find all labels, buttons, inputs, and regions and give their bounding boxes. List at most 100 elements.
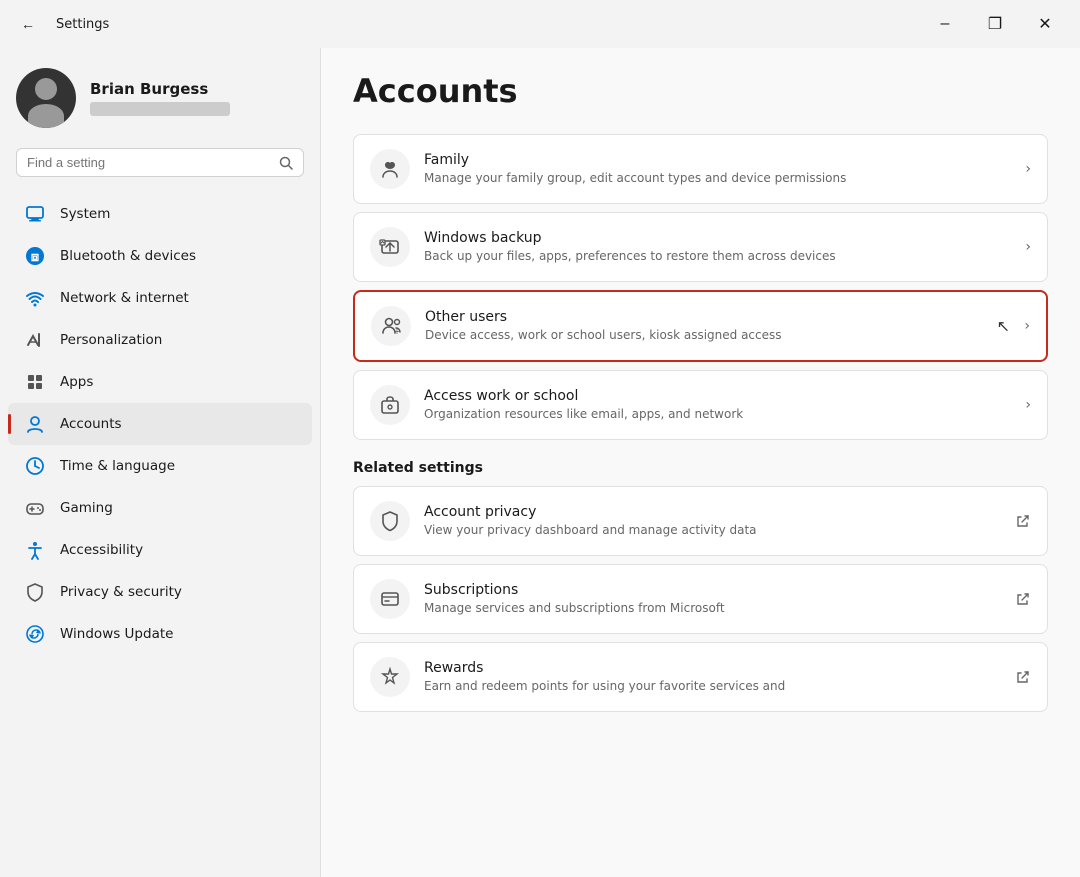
window-title: Settings <box>56 17 109 32</box>
family-text: Family Manage your family group, edit ac… <box>424 152 1017 187</box>
sidebar-item-label: Personalization <box>60 332 162 348</box>
account-privacy-external <box>1015 513 1031 529</box>
accessibility-icon <box>24 539 46 561</box>
other-users-text: Other users Device access, work or schoo… <box>425 309 1016 344</box>
subscriptions-title: Subscriptions <box>424 582 1007 598</box>
work-school-card: Access work or school Organization resou… <box>353 370 1048 440</box>
backup-title: Windows backup <box>424 230 1017 246</box>
account-privacy-text: Account privacy View your privacy dashbo… <box>424 504 1007 539</box>
work-school-title: Access work or school <box>424 388 1017 404</box>
rewards-card: Rewards Earn and redeem points for using… <box>353 642 1048 712</box>
work-school-icon <box>370 385 410 425</box>
profile-name: Brian Burgess <box>90 80 230 98</box>
other-users-icon: + <box>371 306 411 346</box>
page-title: Accounts <box>353 72 1048 110</box>
sidebar-item-apps[interactable]: Apps <box>8 361 312 403</box>
sidebar-item-time[interactable]: Time & language <box>8 445 312 487</box>
personalization-icon <box>24 329 46 351</box>
rewards-item[interactable]: Rewards Earn and redeem points for using… <box>354 643 1047 711</box>
sidebar-item-gaming[interactable]: Gaming <box>8 487 312 529</box>
profile-info: Brian Burgess <box>90 80 230 116</box>
work-school-item[interactable]: Access work or school Organization resou… <box>354 371 1047 439</box>
sidebar-item-update[interactable]: Windows Update <box>8 613 312 655</box>
backup-chevron: › <box>1025 239 1031 255</box>
back-button[interactable]: ← <box>12 8 44 40</box>
other-users-item[interactable]: + Other users Device access, work or sch… <box>355 292 1046 360</box>
family-subtitle: Manage your family group, edit account t… <box>424 170 1017 187</box>
work-school-chevron: › <box>1025 397 1031 413</box>
backup-card: Windows backup Back up your files, apps,… <box>353 212 1048 282</box>
search-icon <box>279 156 293 170</box>
system-icon <box>24 203 46 225</box>
sidebar-item-bluetooth[interactable]: ⧈ Bluetooth & devices <box>8 235 312 277</box>
sidebar-item-label: System <box>60 206 110 222</box>
network-icon <box>24 287 46 309</box>
app-container: Brian Burgess <box>0 48 1080 877</box>
rewards-title: Rewards <box>424 660 1007 676</box>
related-settings-title: Related settings <box>353 460 1048 476</box>
profile-email <box>90 102 230 116</box>
gaming-icon <box>24 497 46 519</box>
close-button[interactable]: ✕ <box>1022 8 1068 40</box>
maximize-button[interactable]: ❐ <box>972 8 1018 40</box>
svg-text:⧈: ⧈ <box>31 249 39 264</box>
other-users-title: Other users <box>425 309 1016 325</box>
sidebar: Brian Burgess <box>0 48 320 877</box>
sidebar-item-accounts[interactable]: Accounts <box>8 403 312 445</box>
subscriptions-subtitle: Manage services and subscriptions from M… <box>424 600 1007 617</box>
privacy-icon <box>24 581 46 603</box>
sidebar-item-label: Time & language <box>60 458 175 474</box>
sidebar-item-label: Accounts <box>60 416 122 432</box>
rewards-text: Rewards Earn and redeem points for using… <box>424 660 1007 695</box>
account-privacy-card: Account privacy View your privacy dashbo… <box>353 486 1048 556</box>
backup-subtitle: Back up your files, apps, preferences to… <box>424 248 1017 265</box>
account-privacy-subtitle: View your privacy dashboard and manage a… <box>424 522 1007 539</box>
sidebar-item-label: Privacy & security <box>60 584 182 600</box>
apps-icon <box>24 371 46 393</box>
family-icon <box>370 149 410 189</box>
account-privacy-item[interactable]: Account privacy View your privacy dashbo… <box>354 487 1047 555</box>
family-card: Family Manage your family group, edit ac… <box>353 134 1048 204</box>
backup-item[interactable]: Windows backup Back up your files, apps,… <box>354 213 1047 281</box>
time-icon <box>24 455 46 477</box>
family-item[interactable]: Family Manage your family group, edit ac… <box>354 135 1047 203</box>
search-input[interactable] <box>27 155 271 170</box>
profile-section[interactable]: Brian Burgess <box>0 56 320 148</box>
subscriptions-external <box>1015 591 1031 607</box>
sidebar-item-label: Accessibility <box>60 542 143 558</box>
family-chevron: › <box>1025 161 1031 177</box>
rewards-external <box>1015 669 1031 685</box>
sidebar-item-label: Apps <box>60 374 93 390</box>
sidebar-item-system[interactable]: System <box>8 193 312 235</box>
sidebar-item-personalization[interactable]: Personalization <box>8 319 312 361</box>
title-bar-left: ← Settings <box>12 8 109 40</box>
account-privacy-title: Account privacy <box>424 504 1007 520</box>
minimize-button[interactable]: – <box>922 8 968 40</box>
subscriptions-text: Subscriptions Manage services and subscr… <box>424 582 1007 617</box>
title-bar: ← Settings – ❐ ✕ <box>0 0 1080 48</box>
nav-menu: System ⧈ Bluetooth & devices <box>0 193 320 655</box>
family-title: Family <box>424 152 1017 168</box>
sidebar-item-accessibility[interactable]: Accessibility <box>8 529 312 571</box>
subscriptions-icon <box>370 579 410 619</box>
subscriptions-card: Subscriptions Manage services and subscr… <box>353 564 1048 634</box>
work-school-subtitle: Organization resources like email, apps,… <box>424 406 1017 423</box>
window-controls: – ❐ ✕ <box>922 8 1068 40</box>
accounts-icon <box>24 413 46 435</box>
search-container <box>0 148 320 193</box>
cursor-indicator: ↖ <box>997 317 1010 336</box>
subscriptions-item[interactable]: Subscriptions Manage services and subscr… <box>354 565 1047 633</box>
other-users-chevron: › <box>1024 318 1030 334</box>
sidebar-item-network[interactable]: Network & internet <box>8 277 312 319</box>
avatar <box>16 68 76 128</box>
sidebar-item-label: Network & internet <box>60 290 189 306</box>
account-privacy-icon <box>370 501 410 541</box>
other-users-card: + Other users Device access, work or sch… <box>353 290 1048 362</box>
rewards-subtitle: Earn and redeem points for using your fa… <box>424 678 1007 695</box>
search-box[interactable] <box>16 148 304 177</box>
sidebar-item-privacy[interactable]: Privacy & security <box>8 571 312 613</box>
sidebar-item-label: Gaming <box>60 500 113 516</box>
sidebar-item-label: Bluetooth & devices <box>60 248 196 264</box>
backup-text: Windows backup Back up your files, apps,… <box>424 230 1017 265</box>
content-area: Accounts Family Manage your family group… <box>320 48 1080 877</box>
